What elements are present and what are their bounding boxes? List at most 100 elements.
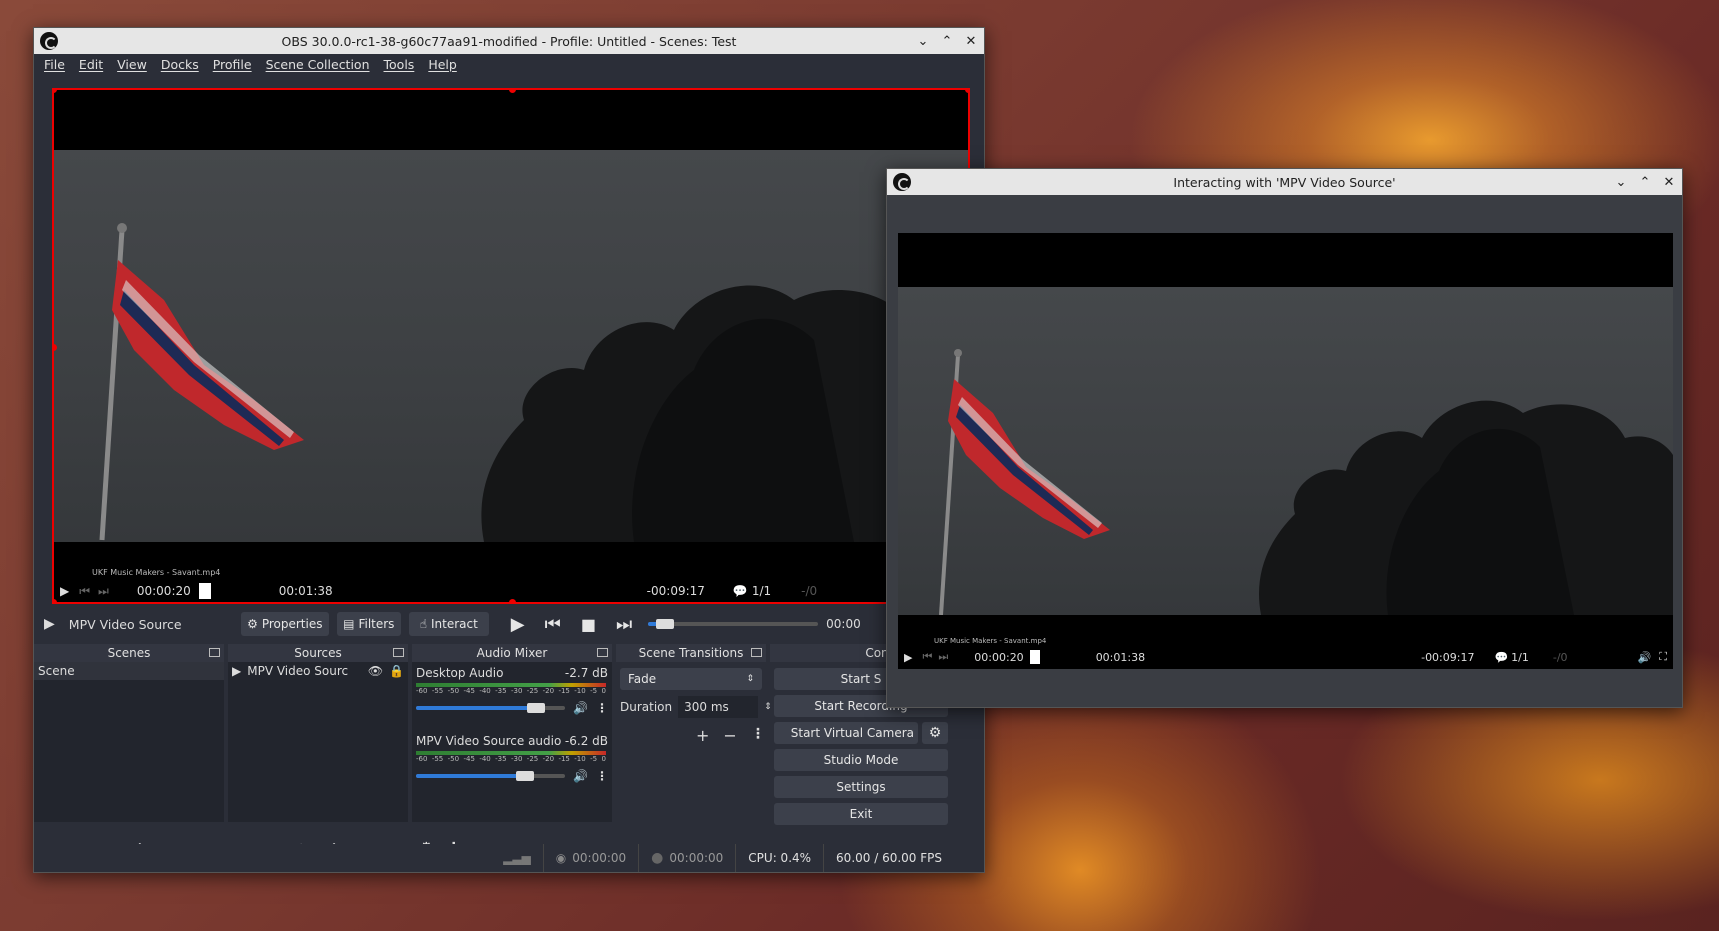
main-window-title: OBS 30.0.0-rc1-38-g60c77aa91-modified - … [281, 33, 737, 49]
stream-status-icon: ◉ [555, 851, 567, 865]
hand-pointer-icon: ☝ [419, 617, 428, 631]
source-play-icon[interactable]: ▶ [232, 664, 241, 678]
resize-handle-bottom[interactable] [509, 599, 516, 602]
interact-skip-forward-icon[interactable]: ⏭ [938, 650, 948, 664]
interact-button[interactable]: ☝ Interact [408, 612, 489, 636]
preview-time-remaining: -00:09:17 [646, 584, 705, 598]
preview-subtitle-icon[interactable]: 💬 [733, 584, 748, 598]
menu-edit[interactable]: Edit [79, 57, 103, 72]
minimize-icon[interactable]: ⌄ [1614, 175, 1628, 190]
audio-mixer-header: Audio Mixer [412, 644, 612, 662]
media-stop-icon[interactable]: ■ [581, 615, 596, 634]
minimize-icon[interactable]: ⌄ [916, 34, 930, 49]
interact-video-frame [898, 287, 1673, 615]
transition-menu-icon[interactable]: ⋮ [751, 726, 765, 745]
speaker-icon[interactable]: 🔊 [573, 701, 588, 715]
channel-db: -6.2 dB [564, 734, 608, 748]
scene-list-item[interactable]: Scene [34, 662, 224, 680]
interact-play-icon[interactable]: ▶ [904, 651, 912, 664]
interact-volume-icon[interactable]: 🔊 [1638, 651, 1652, 664]
close-icon[interactable]: ✕ [1662, 175, 1676, 190]
interact-time-current: 00:00:20 [974, 650, 1024, 664]
volume-meter [416, 683, 606, 687]
resize-handle-bottom-left[interactable] [54, 599, 57, 602]
close-icon[interactable]: ✕ [964, 34, 978, 49]
undock-icon[interactable] [393, 648, 404, 657]
audio-channel-desktop: Desktop Audio -2.7 dB -60 -55 -50 -45 -40 -35… [416, 666, 608, 715]
volume-slider[interactable] [416, 703, 566, 713]
sources-list: ▶ MPV Video Sourc 👁 🔒 [228, 662, 408, 822]
interact-titlebar[interactable]: Interacting with 'MPV Video Source' ⌄ ⌃ … [887, 169, 1682, 195]
source-toolbar-play-icon[interactable]: ▶ [44, 616, 55, 632]
menu-bar: File Edit View Docks Profile Scene Colle… [34, 54, 984, 74]
source-list-item[interactable]: ▶ MPV Video Sourc 👁 🔒 [228, 662, 408, 680]
preview-extra-track: -/0 [801, 584, 818, 598]
undock-icon[interactable] [751, 648, 762, 657]
studio-mode-button[interactable]: Studio Mode [774, 749, 948, 771]
preview-letterbox-top [54, 90, 968, 150]
preview-scene-art [99, 223, 968, 542]
main-titlebar[interactable]: OBS 30.0.0-rc1-38-g60c77aa91-modified - … [34, 28, 984, 54]
start-virtual-camera-button[interactable]: Start Virtual Camera [774, 722, 918, 744]
preview-canvas[interactable]: UKF Music Makers - Savant.mp4 ▶ ⏮ ⏭ 00:0… [52, 88, 970, 604]
preview-seek-knob[interactable] [198, 583, 211, 599]
undock-icon[interactable] [209, 648, 220, 657]
media-next-icon[interactable]: ⏭ [616, 614, 632, 635]
menu-tools[interactable]: Tools [384, 57, 415, 72]
interact-video-canvas[interactable]: UKF Music Makers - Savant.mp4 ▶ ⏮ ⏭ 00:0… [898, 207, 1673, 671]
audio-mixer-dock: Audio Mixer Desktop Audio -2.7 dB -60 -55… [412, 644, 612, 866]
resize-handle-top-right[interactable] [965, 90, 968, 93]
volume-slider[interactable] [416, 771, 566, 781]
speaker-icon[interactable]: 🔊 [573, 769, 588, 783]
menu-docks[interactable]: Docks [161, 57, 199, 72]
meter-ticks: -60 -55 -50 -45 -40 -35 -30 -25 -20 -15 -10 -5 0 [416, 755, 606, 763]
properties-button[interactable]: ⚙ Properties [240, 612, 329, 636]
remove-transition-icon[interactable]: − [723, 726, 736, 745]
media-play-icon[interactable]: ▶ [511, 614, 525, 635]
interact-letterbox-top [898, 233, 1673, 287]
filter-icon: ▤ [343, 617, 355, 631]
lock-icon[interactable]: 🔒 [389, 664, 404, 678]
maximize-icon[interactable]: ⌃ [1638, 175, 1652, 190]
interact-seek-knob[interactable] [1029, 650, 1040, 664]
interact-window-title: Interacting with 'MPV Video Source' [1173, 174, 1396, 190]
add-transition-icon[interactable]: + [696, 726, 709, 745]
media-previous-icon[interactable]: ⏮ [545, 614, 561, 635]
interact-scene-art [939, 349, 1673, 615]
menu-help[interactable]: Help [428, 57, 457, 72]
menu-scene-collection[interactable]: Scene Collection [266, 57, 370, 72]
interact-fullscreen-icon[interactable]: ⛶ [1659, 650, 1667, 664]
interact-osd-filename: UKF Music Makers - Savant.mp4 [934, 637, 1047, 645]
menu-profile[interactable]: Profile [213, 57, 252, 72]
scenes-dock-header: Scenes [34, 644, 224, 662]
settings-button[interactable]: Settings [774, 776, 948, 798]
undock-icon[interactable] [597, 648, 608, 657]
maximize-icon[interactable]: ⌃ [940, 34, 954, 49]
media-time-label: 00:00 [826, 617, 861, 631]
exit-button[interactable]: Exit [774, 803, 948, 825]
preview-time-total: 00:01:38 [278, 584, 333, 598]
volume-meter [416, 751, 606, 755]
virtual-camera-settings-gear-icon[interactable]: ⚙ [922, 722, 948, 744]
preview-subtitle-count: 1/1 [751, 584, 772, 598]
menu-view[interactable]: View [117, 57, 147, 72]
preview-skip-forward-icon[interactable]: ⏭ [98, 584, 109, 599]
transition-select[interactable]: Fade ⇕ [620, 668, 762, 690]
sources-dock-header: Sources [228, 644, 408, 662]
more-options-icon[interactable]: ⋮ [596, 701, 608, 715]
more-options-icon[interactable]: ⋮ [596, 769, 608, 783]
meter-ticks: -60 -55 -50 -45 -40 -35 -30 -25 -20 -15 -10 -5 0 [416, 687, 606, 695]
preview-skip-back-icon[interactable]: ⏮ [79, 584, 90, 599]
media-seek-slider[interactable] [648, 619, 819, 629]
interact-skip-back-icon[interactable]: ⏮ [922, 650, 932, 664]
interact-subtitle-icon[interactable]: 💬 [1494, 651, 1508, 664]
cpu-usage: CPU: 0.4% [748, 851, 812, 865]
menu-file[interactable]: File [44, 57, 65, 72]
status-bar: ▂▃▅ ◉ 00:00:00 ● 00:00:00 CPU: 0.4% 60.0… [34, 844, 984, 872]
filters-button[interactable]: ▤ Filters [336, 612, 401, 636]
stream-time: 00:00:00 [572, 851, 627, 865]
eye-icon[interactable]: 👁 [368, 664, 383, 678]
duration-spinbox[interactable]: 300 ms [678, 696, 759, 718]
preview-play-icon[interactable]: ▶ [60, 584, 69, 598]
record-time: 00:00:00 [669, 851, 724, 865]
